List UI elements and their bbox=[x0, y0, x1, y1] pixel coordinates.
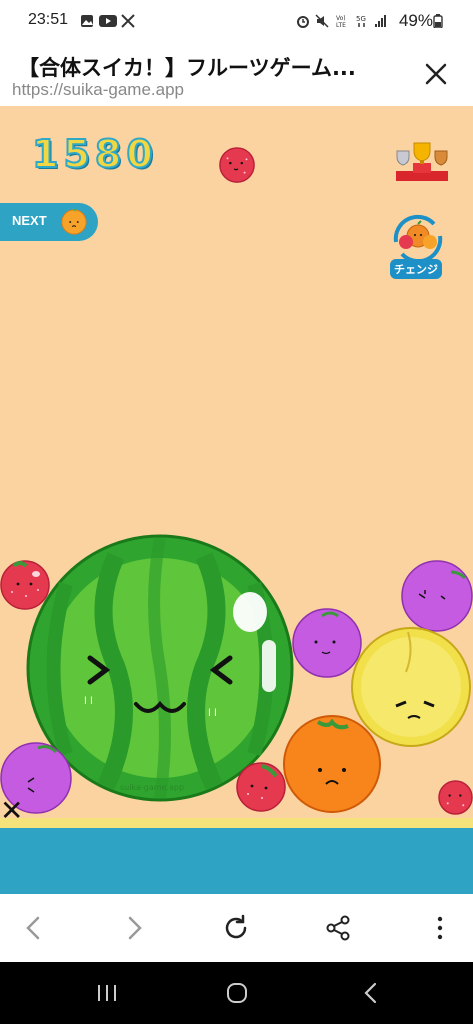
current-fruit-strawberry[interactable] bbox=[218, 146, 256, 184]
fruit-grape bbox=[401, 560, 473, 632]
5g-icon: 5G bbox=[356, 15, 366, 27]
svg-text:LTE: LTE bbox=[336, 22, 346, 28]
recent-apps-icon[interactable] bbox=[92, 978, 122, 1008]
change-button-label[interactable]: チェンジ bbox=[390, 259, 442, 279]
game-footer-band bbox=[0, 830, 473, 894]
fruit-strawberry bbox=[236, 762, 286, 812]
more-icon[interactable] bbox=[422, 910, 458, 946]
status-time: 23:51 bbox=[28, 11, 69, 28]
x-icon bbox=[121, 14, 135, 28]
share-icon[interactable] bbox=[320, 910, 356, 946]
score-display: 1580 bbox=[31, 131, 158, 177]
system-nav-bar bbox=[0, 962, 473, 1024]
alarm-icon bbox=[297, 16, 309, 28]
floor-line bbox=[0, 818, 473, 830]
svg-text:l l: l l bbox=[84, 696, 93, 707]
home-icon[interactable] bbox=[222, 978, 252, 1008]
svg-text:l l: l l bbox=[208, 708, 217, 719]
watermark: suika-game.app bbox=[120, 783, 185, 792]
close-x-icon: ✕ bbox=[0, 794, 24, 827]
page-title: 【合体スイカ！】フルーツゲーム... bbox=[18, 56, 356, 80]
close-icon[interactable] bbox=[418, 56, 454, 92]
reload-icon[interactable] bbox=[218, 910, 254, 946]
gallery-icon bbox=[81, 15, 93, 27]
next-fruit-orange-icon bbox=[61, 208, 87, 235]
status-bar: 23:51 Vo) LTE 5G 49% bbox=[0, 0, 473, 44]
next-fruit-panel: NEXT bbox=[0, 203, 98, 241]
back-icon[interactable] bbox=[16, 910, 52, 946]
mute-icon bbox=[315, 14, 329, 28]
svg-text:Vo): Vo) bbox=[336, 15, 346, 22]
fruit-strawberry bbox=[438, 780, 473, 815]
game-board[interactable]: 1580 NEXT チェンジ l l l l suika-game.app ✕ bbox=[0, 106, 473, 830]
page-url[interactable]: https://suika-game.app bbox=[12, 80, 184, 100]
browser-header: 【合体スイカ！】フルーツゲーム... https://suika-game.ap… bbox=[0, 44, 473, 106]
forward-icon[interactable] bbox=[116, 910, 152, 946]
back-nav-icon[interactable] bbox=[356, 978, 386, 1008]
signal-icon bbox=[375, 15, 386, 27]
fruit-orange bbox=[283, 715, 381, 813]
youtube-icon bbox=[99, 15, 117, 27]
volte-icon: Vo)LTE bbox=[336, 15, 346, 28]
next-label: NEXT bbox=[12, 213, 47, 228]
trophy-icon[interactable] bbox=[394, 141, 450, 183]
battery-icon bbox=[433, 14, 443, 28]
browser-toolbar bbox=[0, 894, 473, 962]
battery-level: 49% bbox=[398, 11, 433, 30]
svg-text:5G: 5G bbox=[356, 15, 366, 23]
